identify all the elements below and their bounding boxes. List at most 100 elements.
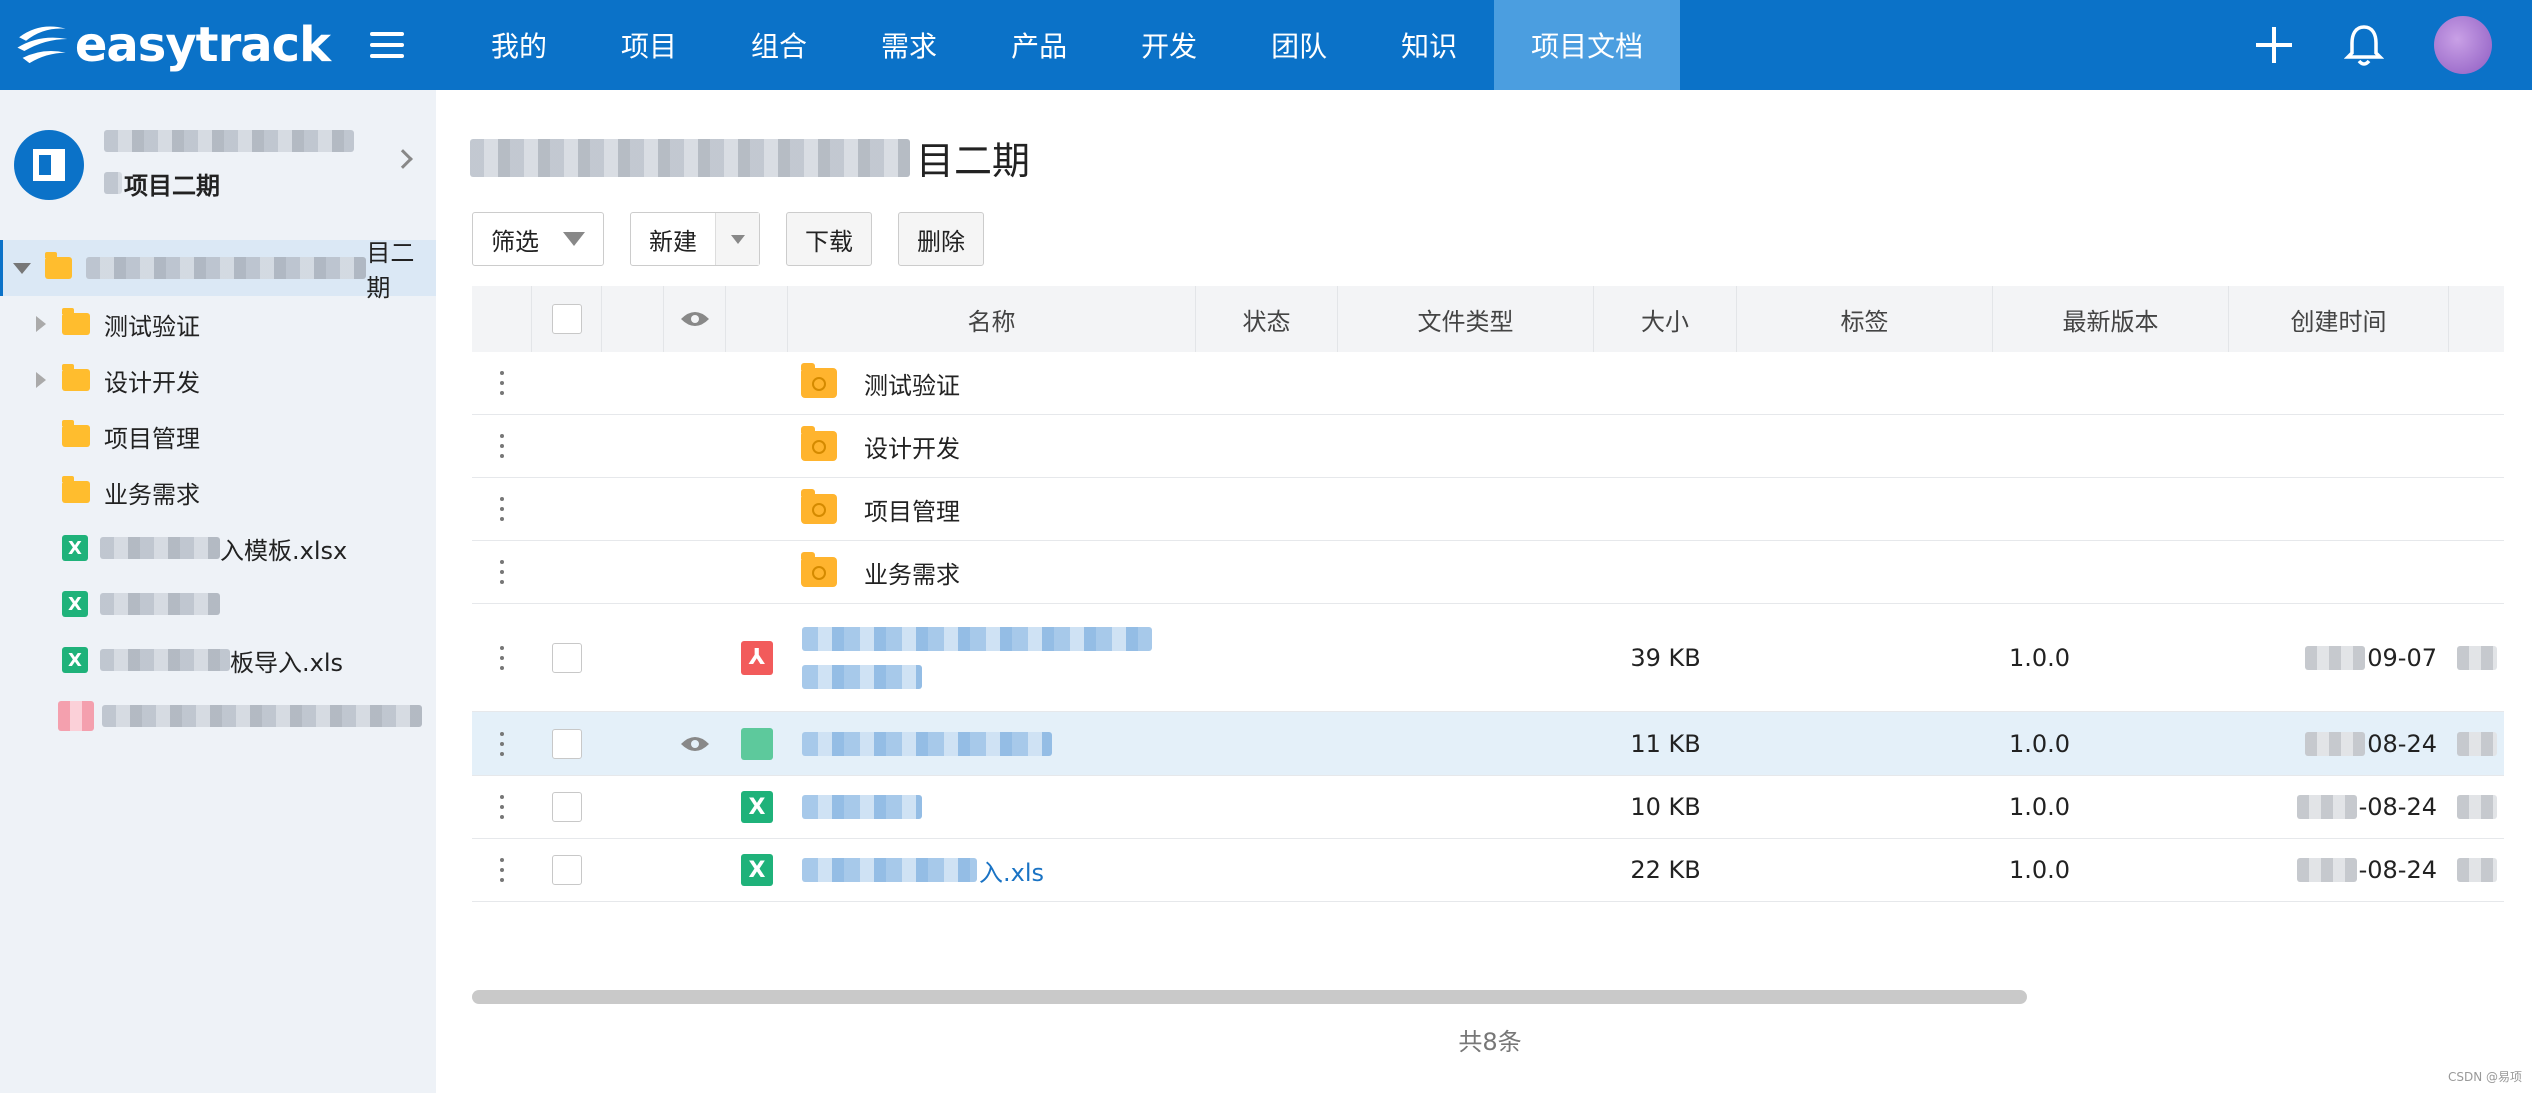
tree-item-pdf[interactable] — [0, 688, 436, 744]
blurred-title — [470, 138, 910, 177]
nav-item-team[interactable]: 团队 — [1234, 0, 1364, 90]
col-name[interactable]: 名称 — [788, 286, 1196, 352]
col-size[interactable]: 大小 — [1594, 286, 1737, 352]
col-file-type[interactable]: 文件类型 — [1338, 286, 1594, 352]
more-icon[interactable] — [499, 371, 505, 395]
row-checkbox[interactable] — [552, 728, 582, 759]
easytrack-logo-icon — [17, 26, 68, 64]
tree-item-management[interactable]: 项目管理 — [0, 408, 436, 464]
file-name-link[interactable]: 入.xls — [788, 839, 1196, 901]
more-icon[interactable] — [499, 731, 505, 756]
toolbar: 筛选 新建 下载 删除 — [472, 212, 1010, 266]
tree-item-xls-import[interactable]: X 板导入.xls — [0, 632, 436, 688]
project-subtitle: 项目二期 — [104, 166, 354, 201]
file-version: 1.0.0 — [2009, 793, 2071, 821]
row-checkbox[interactable] — [552, 792, 582, 822]
eye-icon — [680, 312, 709, 326]
table-row[interactable]: 设计开发 — [472, 415, 2504, 478]
scrollbar-thumb[interactable] — [472, 990, 2027, 1004]
col-tags[interactable]: 标签 — [1737, 286, 1993, 352]
folder-tree: 目二期 测试验证 设计开发 项目管理 业务需求 X 入模板.xlsx X X 板… — [0, 239, 436, 744]
nav-item-requirements[interactable]: 需求 — [844, 0, 974, 90]
more-icon[interactable] — [499, 858, 505, 882]
top-navigation-bar: easytrack 我的 项目 组合 需求 产品 开发 团队 知识 项目文档 — [0, 0, 2532, 90]
main-nav: 我的 项目 组合 需求 产品 开发 团队 知识 项目文档 — [454, 0, 1681, 90]
project-logo-icon — [14, 130, 84, 200]
nav-item-development[interactable]: 开发 — [1104, 0, 1234, 90]
horizontal-scrollbar[interactable] — [472, 990, 2504, 1004]
avatar[interactable] — [2434, 16, 2492, 74]
table-row[interactable]: X 10 KB 1.0.0 -08-24 — [472, 776, 2504, 839]
file-size: 22 KB — [1630, 856, 1701, 884]
table-row[interactable]: 项目管理 — [472, 478, 2504, 541]
nav-item-project-docs[interactable]: 项目文档 — [1494, 0, 1681, 90]
nav-item-mine[interactable]: 我的 — [454, 0, 584, 90]
file-name-link[interactable] — [788, 604, 1196, 711]
more-icon[interactable] — [499, 497, 505, 521]
download-button[interactable]: 下载 — [786, 212, 872, 266]
row-checkbox[interactable] — [552, 855, 582, 885]
dropdown-caret-icon[interactable] — [715, 213, 759, 265]
tree-root[interactable]: 目二期 — [0, 239, 436, 302]
collapse-icon[interactable] — [13, 262, 31, 274]
tree-item-design[interactable]: 设计开发 — [0, 352, 436, 408]
project-card[interactable]: 项目二期 — [0, 90, 436, 240]
select-all-checkbox-cell — [532, 286, 602, 352]
pdf-icon — [58, 701, 94, 731]
top-right-actions — [2254, 0, 2532, 90]
excel-icon: X — [62, 591, 88, 617]
nav-item-portfolio[interactable]: 组合 — [714, 0, 844, 90]
folder-icon — [801, 426, 837, 461]
easytrack-logo[interactable]: easytrack — [0, 14, 331, 76]
more-icon[interactable] — [499, 560, 505, 584]
new-button[interactable]: 新建 — [630, 212, 760, 266]
table-row[interactable]: 业务需求 — [472, 541, 2504, 604]
excel-icon: X — [62, 647, 88, 673]
col-latest-version[interactable]: 最新版本 — [1993, 286, 2229, 352]
file-name[interactable]: 设计开发 — [850, 415, 1258, 477]
chevron-right-icon[interactable] — [393, 149, 413, 169]
delete-button[interactable]: 删除 — [898, 212, 984, 266]
menu-icon[interactable] — [370, 32, 404, 58]
table-row[interactable]: 测试验证 — [472, 352, 2504, 415]
folder-icon — [62, 308, 90, 335]
watermark: CSDN @易项 — [2447, 1070, 2522, 1084]
table-row[interactable]: ⅄ 39 KB 1.0.0 09-07 — [472, 604, 2504, 712]
blurred-root-name — [86, 257, 367, 279]
plus-icon[interactable] — [2254, 25, 2294, 65]
col-status[interactable]: 状态 — [1196, 286, 1338, 352]
filter-button[interactable]: 筛选 — [472, 212, 604, 266]
eye-icon[interactable] — [680, 734, 710, 754]
table-header: 名称 状态 文件类型 大小 标签 最新版本 创建时间 — [472, 286, 2504, 352]
folder-icon — [62, 364, 90, 391]
file-name[interactable]: 测试验证 — [850, 352, 1258, 414]
blurred-project-name — [104, 129, 354, 152]
nav-item-knowledge[interactable]: 知识 — [1364, 0, 1494, 90]
tree-item-test[interactable]: 测试验证 — [0, 296, 436, 352]
nav-item-products[interactable]: 产品 — [974, 0, 1104, 90]
tree-item-business[interactable]: 业务需求 — [0, 464, 436, 520]
file-name[interactable]: 业务需求 — [850, 541, 1258, 603]
select-all-checkbox[interactable] — [551, 304, 582, 334]
file-name-link[interactable] — [788, 776, 1196, 838]
expand-icon[interactable] — [36, 372, 46, 388]
bell-icon[interactable] — [2344, 23, 2384, 67]
file-size: 39 KB — [1630, 643, 1701, 672]
table-row-selected[interactable]: 11 KB 1.0.0 08-24 — [472, 712, 2504, 776]
folder-icon — [801, 489, 837, 524]
created-time: -08-24 — [2229, 776, 2449, 838]
file-name-link[interactable] — [788, 712, 1196, 775]
more-icon[interactable] — [499, 795, 505, 819]
more-icon[interactable] — [499, 434, 505, 458]
excel-icon: X — [741, 854, 773, 886]
excel-icon: X — [62, 535, 88, 561]
row-checkbox[interactable] — [552, 642, 582, 673]
more-icon[interactable] — [499, 645, 505, 670]
tree-item-xls-2[interactable]: X — [0, 576, 436, 632]
col-created-time[interactable]: 创建时间 — [2229, 286, 2449, 352]
table-row[interactable]: X 入.xls 22 KB 1.0.0 -08-24 — [472, 839, 2504, 902]
tree-item-xlsx-template[interactable]: X 入模板.xlsx — [0, 520, 436, 576]
expand-icon[interactable] — [36, 316, 46, 332]
nav-item-projects[interactable]: 项目 — [584, 0, 714, 90]
file-name[interactable]: 项目管理 — [850, 478, 1258, 540]
